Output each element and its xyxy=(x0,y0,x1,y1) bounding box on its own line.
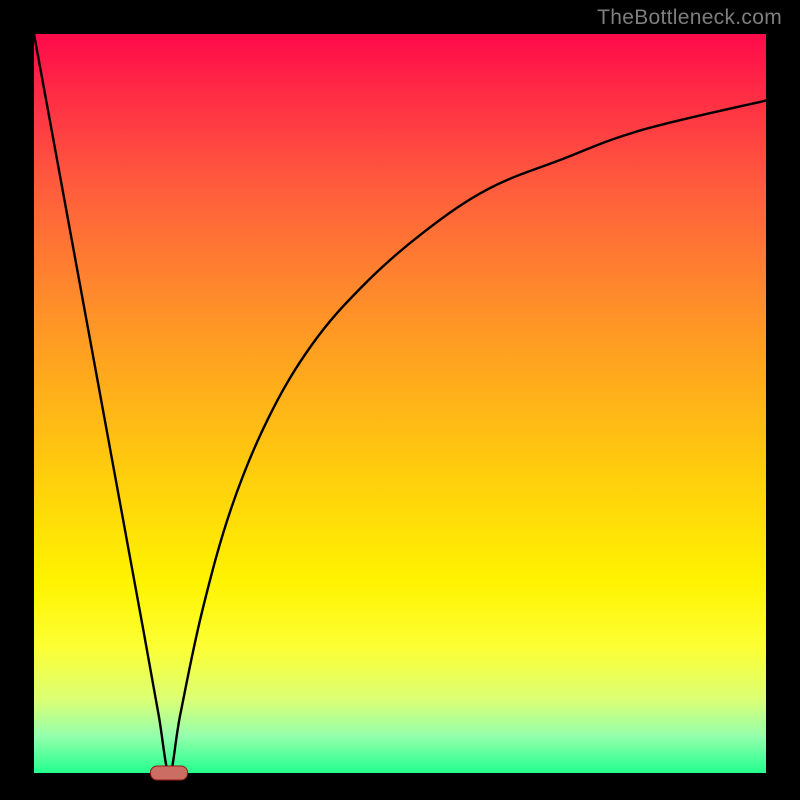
chart-frame: TheBottleneck.com xyxy=(0,0,800,800)
chart-plot-area xyxy=(34,34,766,773)
watermark-text: TheBottleneck.com xyxy=(597,6,782,30)
bottleneck-curve xyxy=(34,34,766,773)
min-marker xyxy=(150,766,188,781)
curve-path xyxy=(34,34,766,773)
